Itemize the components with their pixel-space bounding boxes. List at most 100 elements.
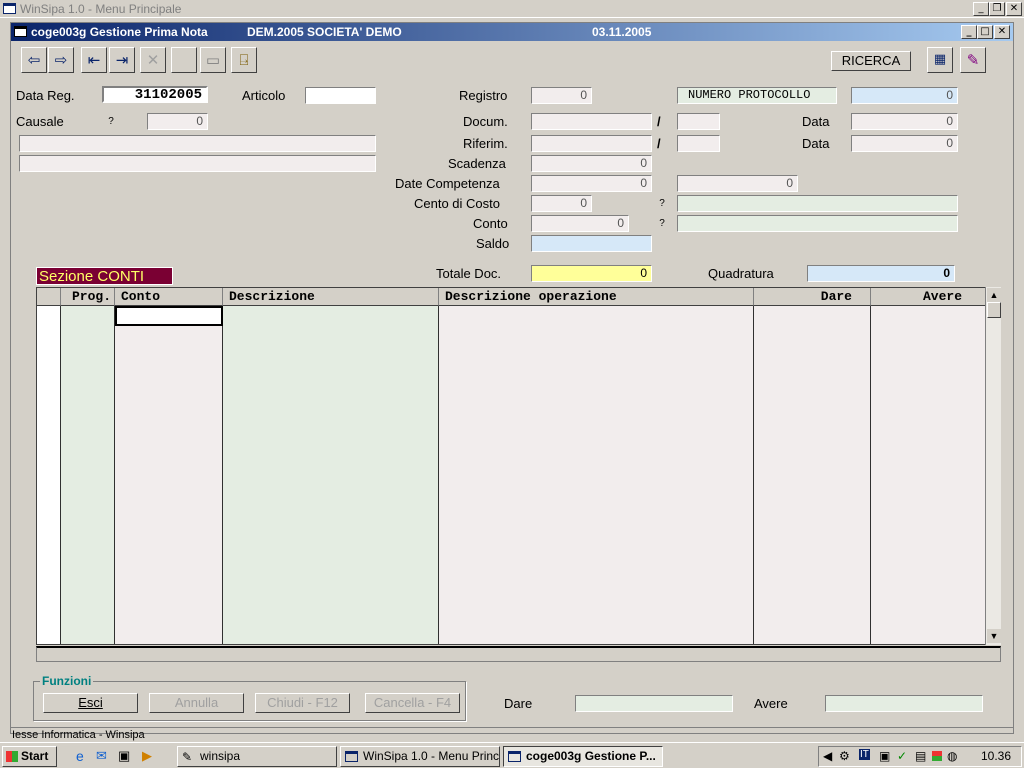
cento-desc-field[interactable] [677,195,958,212]
conto-cell[interactable] [115,526,223,546]
articolo-field[interactable] [305,87,376,104]
table-row[interactable] [37,526,985,546]
ricerca-button[interactable]: RICERCA [831,51,911,71]
row-selector[interactable] [37,566,61,586]
dare-cell[interactable] [754,526,871,546]
dare-cell[interactable] [754,386,871,406]
dare-cell[interactable] [754,406,871,426]
conto-field[interactable]: 0 [531,215,629,232]
docum-data-field[interactable]: 0 [851,113,958,130]
avere-cell[interactable] [871,606,985,626]
prog-cell[interactable] [61,486,115,506]
row-selector[interactable] [37,386,61,406]
task-winsipa[interactable]: ✎ winsipa [177,746,337,767]
avere-total-field[interactable] [825,695,983,712]
table-row[interactable] [37,426,985,446]
volume-icon[interactable]: ◀ [823,749,832,763]
docum-field[interactable] [531,113,652,130]
minimize-button[interactable]: _ [973,2,989,16]
avere-cell[interactable] [871,366,985,386]
descrizione-operazione-cell[interactable] [439,626,754,644]
saldo-field[interactable] [531,235,652,252]
table-row[interactable] [37,486,985,506]
descrizione-operazione-cell[interactable] [439,586,754,606]
prog-cell[interactable] [61,326,115,346]
descrizione-operazione-cell[interactable] [439,546,754,566]
prog-cell[interactable] [61,546,115,566]
dare-cell[interactable] [754,306,871,326]
row-selector[interactable] [37,426,61,446]
registro-field[interactable]: 0 [531,87,592,104]
data-reg-field[interactable]: 31102005 [102,86,208,103]
competenza-to-field[interactable]: 0 [677,175,798,192]
scroll-up-arrow[interactable]: ▲ [987,288,1001,302]
row-selector[interactable] [37,466,61,486]
avere-cell[interactable] [871,406,985,426]
prog-cell[interactable] [61,386,115,406]
table-row[interactable] [37,626,985,644]
row-selector[interactable] [37,346,61,366]
col-header-descrizione[interactable]: Descrizione [223,288,439,306]
row-selector[interactable] [37,406,61,426]
totale-doc-field[interactable]: 0 [531,265,652,282]
child-minimize-button[interactable]: _ [961,25,977,39]
descrizione-operazione-cell[interactable] [439,346,754,366]
docum-suffix-field[interactable] [677,113,720,130]
avere-cell[interactable] [871,446,985,466]
prog-cell[interactable] [61,446,115,466]
row-selector[interactable] [37,586,61,606]
descrizione-cell[interactable] [223,306,439,326]
causale-lookup-button[interactable]: ? [105,116,117,127]
descrizione-operazione-cell[interactable] [439,466,754,486]
causale-field[interactable]: 0 [147,113,208,130]
blank-button[interactable] [171,47,197,73]
row-selector[interactable] [37,326,61,346]
conto-cell[interactable] [115,586,223,606]
table-row[interactable] [37,546,985,566]
prog-cell[interactable] [61,406,115,426]
prog-cell[interactable] [61,526,115,546]
conto-cell[interactable] [115,426,223,446]
conto-cell[interactable] [115,626,223,644]
dare-cell[interactable] [754,466,871,486]
descrizione-cell[interactable] [223,346,439,366]
row-selector[interactable] [37,606,61,626]
ie-icon[interactable]: e [76,748,84,764]
tray-color-icon[interactable] [932,751,942,761]
dare-cell[interactable] [754,346,871,366]
exit-door-button[interactable]: ⍈ [231,47,257,73]
descrizione-operazione-cell[interactable] [439,306,754,326]
descrizione-operazione-cell[interactable] [439,506,754,526]
descrizione-cell[interactable] [223,366,439,386]
prog-cell[interactable] [61,426,115,446]
descrizione-operazione-cell[interactable] [439,426,754,446]
col-header-prog[interactable]: Prog. [61,288,115,306]
conto-cell[interactable] [115,406,223,426]
avere-cell[interactable] [871,486,985,506]
prog-cell[interactable] [61,366,115,386]
descrizione-operazione-cell[interactable] [439,366,754,386]
row-selector[interactable] [37,626,61,644]
table-row[interactable] [37,366,985,386]
descrizione-cell[interactable] [223,546,439,566]
descrizione-operazione-cell[interactable] [439,486,754,506]
descrizione-cell[interactable] [223,466,439,486]
conto-cell[interactable] [115,566,223,586]
calendar-button[interactable]: ▦ [927,47,953,73]
prog-cell[interactable] [61,506,115,526]
conti-grid[interactable]: Prog. Conto Descrizione Descrizione oper… [36,287,986,645]
conto-cell[interactable] [115,446,223,466]
row-selector[interactable] [37,446,61,466]
dare-cell[interactable] [754,546,871,566]
descrizione-cell[interactable] [223,446,439,466]
conto-cell[interactable] [115,506,223,526]
causale-desc-2[interactable] [19,155,376,172]
descrizione-cell[interactable] [223,606,439,626]
avere-cell[interactable] [871,546,985,566]
protocollo-field[interactable]: 0 [851,87,958,104]
competenza-from-field[interactable]: 0 [531,175,652,192]
avere-cell[interactable] [871,426,985,446]
language-icon[interactable]: IT [859,749,870,760]
media-icon[interactable]: ▶ [142,748,152,764]
prog-cell[interactable] [61,606,115,626]
